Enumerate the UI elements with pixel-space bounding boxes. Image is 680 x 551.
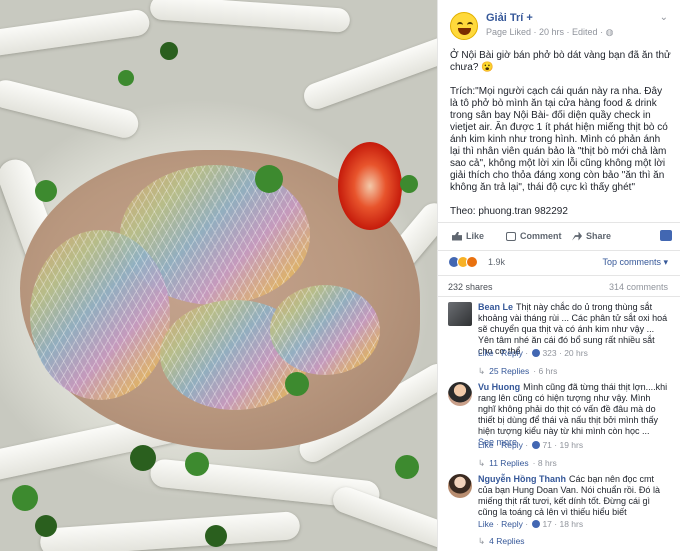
noodle [149,0,351,33]
comment-time[interactable]: 18 hrs [559,519,583,529]
avatar[interactable] [448,474,472,498]
iridescent-patch [270,285,380,375]
comment-body: Nguyễn Hồng Thanh Các bạn nên đọc cmt của… [478,474,668,518]
like-button[interactable]: Like [452,231,484,241]
comment-button[interactable]: Comment [506,231,562,241]
like-count-icon [532,520,541,528]
post-body: Trích:"Mọi người cạch cái quán này ra nh… [450,86,668,193]
scallion [285,372,309,396]
comment-like-link[interactable]: Like [478,348,494,358]
replies-count[interactable]: 4 Replies [489,536,524,546]
noodle [0,77,142,141]
replies-time-text: 6 hrs [538,366,558,376]
scallion [35,180,57,202]
comment-reply-link[interactable]: Reply [501,348,523,358]
noodle [0,8,151,58]
share-icon [572,231,582,241]
post-side-panel: Giải Trí + Page Liked · 20 hrs · Edited … [437,0,680,551]
iridescent-patch [30,230,170,400]
comment-body: Vu Huong Mình cũng đã từng thái thịt lợn.… [478,382,668,448]
page-name[interactable]: Giải Trí + [486,12,533,24]
comment-time[interactable]: 20 hrs [564,348,588,358]
chevron-down-icon[interactable]: ⌄ [660,12,668,23]
scallion [205,525,227,547]
comment-time[interactable]: 19 hrs [559,440,583,450]
emoji-eye [467,22,473,25]
comment-like-count[interactable]: 71 [542,440,551,450]
like-count-icon [532,349,541,357]
comment-like-link[interactable]: Like [478,440,494,450]
avatar[interactable] [448,382,472,406]
replies-time-text: 8 hrs [537,458,557,468]
noodle [329,483,437,551]
scallion [130,445,156,471]
comment-reply-link[interactable]: Reply [501,440,523,450]
comment-like-link[interactable]: Like [478,519,494,529]
share-count[interactable]: 232 shares [448,282,493,292]
noodle [300,33,437,113]
divider [438,296,680,297]
divider [438,250,680,251]
replies-link[interactable]: ↳ 25 Replies · 6 hrs [478,366,557,377]
globe-icon: ◍ [605,27,614,37]
scallion [400,175,418,193]
post-source: Theo: phuong.tran 982292 [450,206,568,217]
post-photo[interactable] [0,0,437,551]
reply-arrow-icon: ↳ [478,458,486,468]
share-button[interactable]: Share [572,231,611,241]
reply-arrow-icon: ↳ [478,366,486,376]
comment-author[interactable]: Bean Le [478,302,513,312]
reaction-count[interactable]: 1.9k [488,257,505,267]
divider [438,275,680,276]
reactions-bar: 1.9k Top comments ▾ [448,256,674,272]
comment-reply-link[interactable]: Reply [501,519,523,529]
comment-author[interactable]: Nguyễn Hồng Thanh [478,474,566,484]
top-comments-dropdown[interactable]: Top comments ▾ [602,257,668,268]
chili-slice [338,142,402,230]
comment-actions: Like · Reply · 17 · 18 hrs [478,519,584,529]
post-header: Giải Trí + Page Liked · 20 hrs · Edited … [450,12,672,44]
post-title: Ở Nội Bài giờ bán phở bò dát vàng bạn đã… [450,50,671,73]
scallion [185,452,209,476]
comment-count[interactable]: 314 comments [609,282,668,292]
comment-actions: Like · Reply · 323 · 20 hrs [478,348,588,358]
page-avatar[interactable] [450,12,478,40]
scallion [160,42,178,60]
comment-icon [506,231,516,241]
scallion [118,70,134,86]
scallion [255,165,283,193]
like-label: Like [466,231,485,241]
emoji-mouth [458,28,471,35]
scallion [12,485,38,511]
comment-label: Comment [520,231,562,241]
comment-like-count[interactable]: 17 [542,519,551,529]
comment-author[interactable]: Vu Huong [478,382,520,392]
post-meta-text: Page Liked · 20 hrs · Edited · [486,27,606,37]
share-label: Share [586,231,612,241]
page-selector-icon[interactable] [660,230,672,241]
post-meta: Page Liked · 20 hrs · Edited · ◍ [486,27,613,38]
post-actions: Like Comment Share [450,228,672,246]
replies-link[interactable]: ↳ 11 Replies · 8 hrs [478,458,557,469]
reply-arrow-icon: ↳ [478,536,486,546]
divider [438,222,680,223]
noodle [39,510,301,551]
post-text: Ở Nội Bài giờ bán phở bò dát vàng bạn đã… [450,50,672,230]
comment-like-count[interactable]: 323 [542,348,556,358]
avatar[interactable] [448,302,472,326]
emoji-eye [457,22,463,25]
wow-reaction-icon[interactable] [466,256,478,268]
comment-actions: Like · Reply · 71 · 19 hrs [478,440,584,450]
like-count-icon [532,441,541,449]
replies-count[interactable]: 25 Replies [489,366,529,376]
replies-count[interactable]: 11 Replies [489,458,529,468]
scallion [35,515,57,537]
scallion [395,455,419,479]
replies-link[interactable]: ↳ 4 Replies [478,536,525,547]
shares-row: 232 shares 314 comments [448,282,674,292]
thumbs-up-icon [452,231,462,241]
replies-time: · 8 hrs [532,458,557,468]
replies-time: · 6 hrs [533,366,558,376]
